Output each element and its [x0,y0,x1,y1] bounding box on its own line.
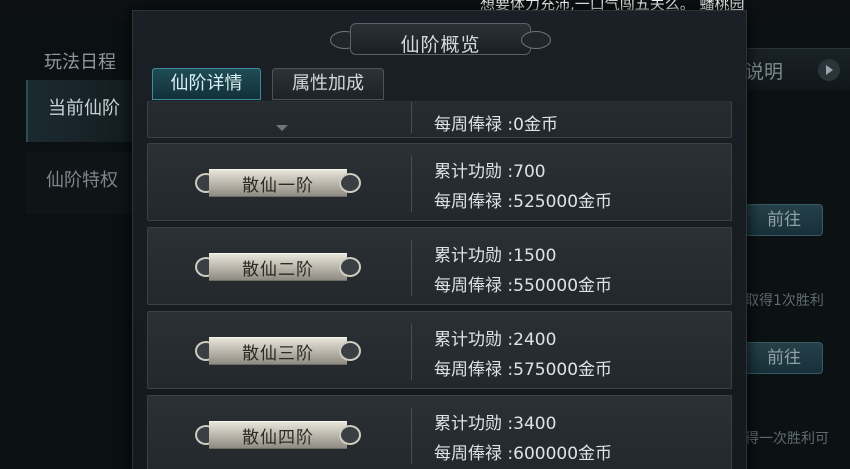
panel-title: 仙阶概览 [400,34,481,56]
schedule-title: 玩法日程 [44,52,116,73]
rank-row: 散仙一阶 累计功勋 :700 每周俸禄 :525000金币 [147,143,732,221]
background-right-column: 说明 前往 取得1次胜利 前往 得一次胜利可 [745,20,850,469]
row-divider [411,240,412,296]
accumulated-merit: 累计功勋 :1500 [434,246,557,266]
arrow-right-icon[interactable] [818,59,840,81]
rank-row: 散仙三阶 累计功勋 :2400 每周俸禄 :575000金币 [147,311,732,389]
rank-badge: 散仙一阶 [195,169,361,197]
rank-badge: 散仙二阶 [195,253,361,281]
tab-attribute-bonus[interactable]: 属性加成 [272,68,384,100]
rank-name: 散仙四阶 [242,428,314,448]
task-note: 得一次胜利可 [745,431,829,447]
weekly-salary: 每周俸禄 :600000金币 [434,444,613,464]
title-plate: 仙阶概览 [328,19,553,57]
weekly-salary: 每周俸禄 :575000金币 [434,360,613,380]
rank-overview-panel: 仙阶概览 仙阶详情 属性加成 每周俸禄 :0金币 散仙一阶 累计功勋 :700 … [132,10,747,469]
rank-badge: 散仙四阶 [195,421,361,449]
row-divider [411,324,412,380]
rank-name: 散仙二阶 [242,260,314,280]
explain-tab-label: 说明 [745,61,784,83]
go-button[interactable]: 前往 [745,204,823,236]
weekly-salary: 每周俸禄 :0金币 [434,115,558,135]
tab-rank-details[interactable]: 仙阶详情 [152,68,261,100]
rank-row: 散仙二阶 累计功勋 :1500 每周俸禄 :550000金币 [147,227,732,305]
task-note: 取得1次胜利 [745,293,824,309]
rank-row: 每周俸禄 :0金币 [147,102,732,138]
chevron-down-icon [276,125,288,131]
weekly-salary: 每周俸禄 :525000金币 [434,192,613,212]
rank-name: 散仙三阶 [242,344,314,364]
accumulated-merit: 累计功勋 :2400 [434,330,557,350]
row-divider [411,156,412,212]
rank-list[interactable]: 每周俸禄 :0金币 散仙一阶 累计功勋 :700 每周俸禄 :525000金币 … [147,101,732,469]
rank-name: 散仙一阶 [242,176,314,196]
go-button[interactable]: 前往 [745,342,823,374]
accumulated-merit: 累计功勋 :700 [434,162,546,182]
weekly-salary: 每周俸禄 :550000金币 [434,276,613,296]
accumulated-merit: 累计功勋 :3400 [434,414,557,434]
row-divider [411,102,412,133]
row-divider [411,408,412,464]
rank-row: 散仙四阶 累计功勋 :3400 每周俸禄 :600000金币 [147,395,732,469]
rank-badge: 散仙三阶 [195,337,361,365]
explain-tab[interactable]: 说明 [745,48,850,90]
